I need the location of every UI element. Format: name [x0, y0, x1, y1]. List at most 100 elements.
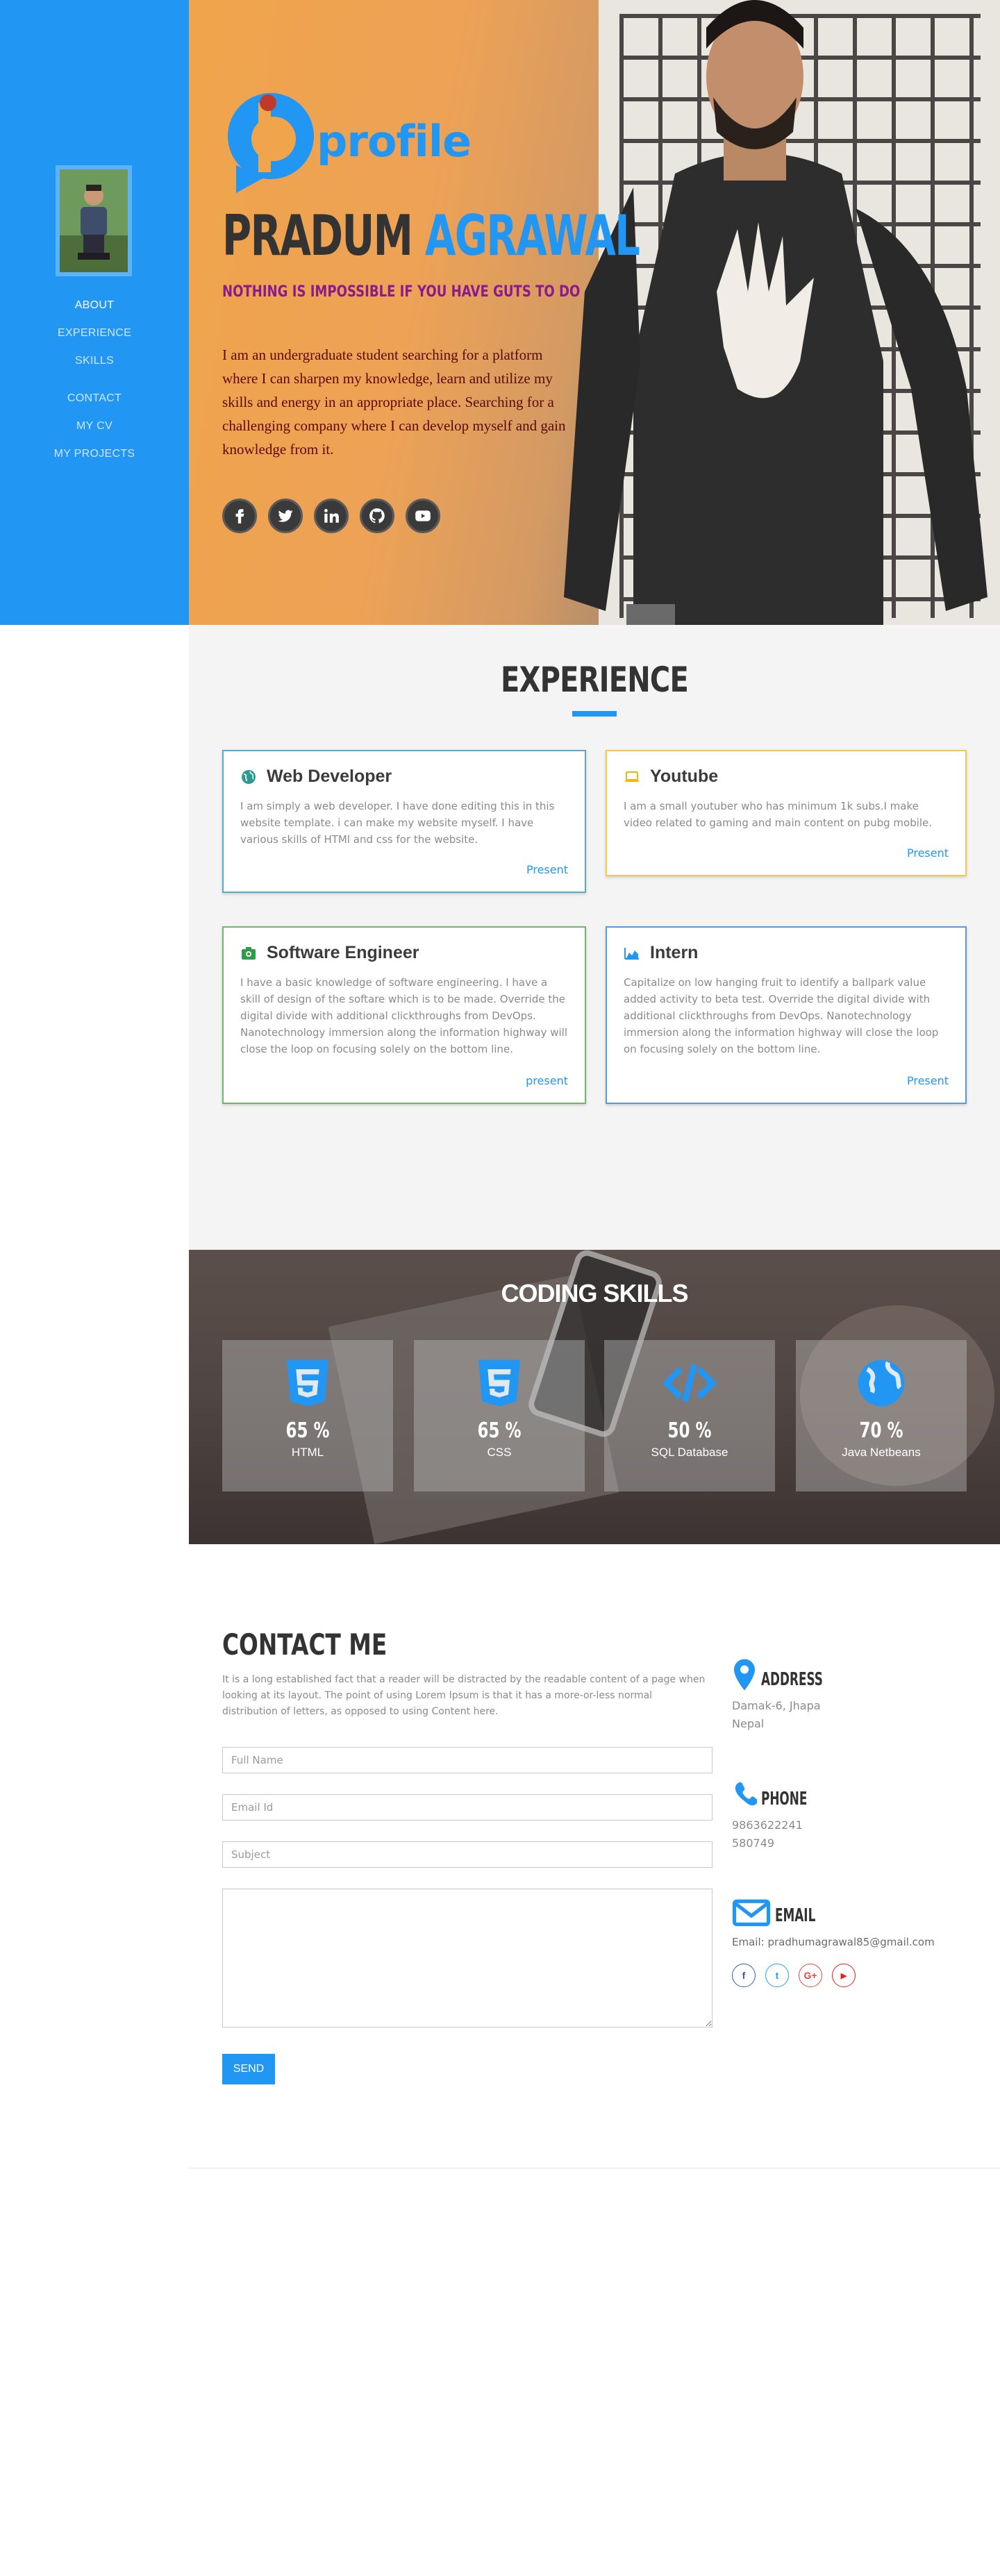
youtube-icon: [415, 510, 431, 521]
skill-card-sql-database: 50 % SQL Database: [604, 1340, 775, 1491]
first-name: PRADUM: [222, 203, 413, 268]
skill-card-css: 65 % CSS: [414, 1340, 585, 1491]
experience-section: EXPERIENCE Web Developer I am simply a w…: [189, 625, 1000, 1250]
full-name-input[interactable]: [222, 1747, 712, 1773]
page-root: ABOUT EXPERIENCE SKILLS CONTACT MY CV MY…: [0, 0, 1000, 2576]
card-body: I am simply a web developer. I have done…: [240, 800, 555, 846]
contact-title: CONTACT ME: [222, 1628, 388, 1662]
card-body: I am a small youtuber who has minimum 1k…: [624, 800, 933, 829]
globe-icon: [858, 1360, 905, 1407]
experience-card-intern: Intern Capitalize on low hanging fruit t…: [606, 926, 967, 1104]
email-text: Email: pradhumagrawal85@gmail.com: [732, 1936, 935, 1948]
last-name: AGRAWAL: [424, 203, 640, 268]
nav-item-my-cv[interactable]: MY CV: [0, 412, 189, 440]
hero-section: profile PRADUM AGRAWAL NOTHING IS IMPOSS…: [189, 0, 1000, 625]
youtube-link[interactable]: [406, 499, 440, 533]
skill-percent: 50 %: [667, 1419, 712, 1443]
envelope-icon: [732, 1899, 771, 1927]
youtube-icon: ▶: [840, 1971, 847, 1980]
skill-card-html: 65 % HTML: [222, 1340, 393, 1491]
contact-social-links: f t G+ ▶: [732, 1964, 982, 1987]
address-text: Damak-6, Jhapa Nepal: [732, 1699, 821, 1730]
message-textarea[interactable]: [222, 1889, 712, 2027]
contact-youtube-link[interactable]: ▶: [832, 1964, 856, 1987]
email-input[interactable]: [222, 1794, 712, 1821]
css3-icon: [478, 1360, 520, 1407]
card-title: Intern: [650, 943, 699, 962]
avatar-photo-icon: [60, 169, 128, 272]
code-icon: [662, 1364, 717, 1403]
email-block: EMAIL Email: pradhumagrawal85@gmail.com …: [732, 1897, 982, 1987]
twitter-link[interactable]: [268, 499, 303, 533]
avatar: [56, 165, 132, 276]
phone-text: 9863622241 580749: [732, 1818, 803, 1850]
linkedin-icon: [324, 509, 339, 523]
skill-percent: 65 %: [285, 1419, 330, 1443]
html5-icon: [287, 1360, 328, 1407]
sidebar: ABOUT EXPERIENCE SKILLS CONTACT MY CV MY…: [0, 0, 189, 625]
profile-logo-icon: [228, 93, 314, 193]
skill-name: Java Netbeans: [842, 1446, 921, 1459]
coding-skills-section: CODING SKILLS 65 % HTML 65 % CSS 50 % SQ…: [189, 1250, 1000, 1544]
experience-card-youtube: Youtube I am a small youtuber who has mi…: [606, 750, 967, 876]
google-plus-icon: G+: [803, 1970, 817, 1981]
experience-card-software-engineer: Software Engineer I have a basic knowled…: [222, 926, 586, 1104]
card-date: Present: [526, 863, 568, 876]
email-label: EMAIL: [775, 1905, 816, 1926]
contact-facebook-link[interactable]: f: [732, 1964, 756, 1987]
coding-skills-title: CODING SKILLS: [501, 1279, 688, 1307]
github-link[interactable]: [360, 499, 394, 533]
card-body: I have a basic knowledge of software eng…: [240, 976, 568, 1055]
bio: I am an undergraduate student searching …: [222, 346, 566, 458]
skill-percent: 70 %: [859, 1419, 903, 1443]
sidebar-nav: ABOUT EXPERIENCE SKILLS CONTACT MY CV MY…: [0, 292, 189, 468]
contact-description: It is a long established fact that a rea…: [222, 1674, 706, 1717]
card-body: Capitalize on low hanging fruit to ident…: [624, 976, 939, 1055]
contact-google-plus-link[interactable]: G+: [799, 1964, 822, 1987]
linkedin-link[interactable]: [314, 499, 349, 533]
nav-item-skills[interactable]: SKILLS: [0, 347, 189, 375]
nav-item-my-projects[interactable]: MY PROJECTS: [0, 440, 189, 468]
experience-title: EXPERIENCE: [501, 660, 689, 700]
skill-name: SQL Database: [651, 1446, 728, 1459]
globe-icon: [242, 769, 256, 784]
twitter-icon: [278, 510, 293, 522]
nav-item-contact[interactable]: CONTACT: [0, 385, 189, 412]
nav-item-about[interactable]: ABOUT: [0, 292, 189, 319]
facebook-icon: f: [742, 1970, 746, 1981]
facebook-link[interactable]: [222, 499, 257, 533]
experience-title-underline: [572, 711, 617, 717]
experience-card-web-developer: Web Developer I am simply a web develope…: [222, 750, 586, 893]
card-date: Present: [906, 846, 949, 860]
map-marker-icon: [734, 1659, 755, 1691]
logo-text: profile: [317, 115, 472, 167]
facebook-icon: [235, 509, 244, 524]
twitter-icon: t: [775, 1970, 779, 1981]
skill-name: CSS: [487, 1446, 512, 1459]
tagline: NOTHING IS IMPOSSIBLE IF YOU HAVE GUTS T…: [222, 283, 581, 301]
github-icon: [369, 508, 385, 524]
hero-social-links: [222, 499, 440, 533]
subject-input[interactable]: [222, 1841, 712, 1868]
contact-twitter-link[interactable]: t: [765, 1964, 789, 1987]
send-button[interactable]: SEND: [222, 2054, 275, 2084]
profile-logo: profile: [222, 89, 472, 200]
card-date: Present: [906, 1074, 949, 1087]
phone-block: PHONE 9863622241 580749: [732, 1778, 982, 1852]
card-title: Software Engineer: [267, 943, 419, 962]
skill-card-java-netbeans: 70 % Java Netbeans: [796, 1340, 967, 1491]
nav-item-experience[interactable]: EXPERIENCE: [0, 319, 189, 347]
skill-name: HTML: [291, 1446, 324, 1459]
card-title: Web Developer: [267, 767, 392, 786]
skill-percent: 65 %: [477, 1419, 522, 1443]
card-title: Youtube: [650, 767, 719, 786]
contact-section: CONTACT ME It is a long established fact…: [189, 1544, 1000, 2169]
laptop-icon: [625, 771, 639, 782]
phone-label: PHONE: [761, 1789, 808, 1809]
phone-icon: [735, 1782, 757, 1806]
card-date: present: [526, 1074, 568, 1087]
area-chart-icon: [624, 947, 639, 960]
camera-icon: [242, 946, 256, 960]
address-label: ADDRESS: [761, 1669, 823, 1690]
